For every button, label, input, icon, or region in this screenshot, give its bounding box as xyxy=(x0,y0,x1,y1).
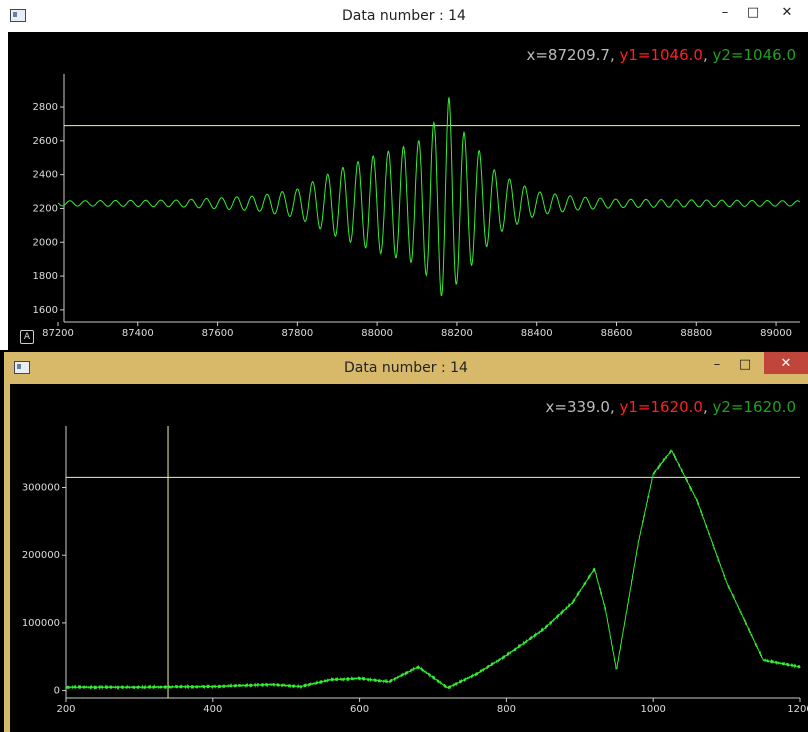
readout-x: x=87209.7 xyxy=(526,46,609,64)
y-tick-label: 2200 xyxy=(33,203,58,214)
x-tick-label: 600 xyxy=(350,704,369,715)
x-tick-label: 88400 xyxy=(521,328,553,339)
data-trace xyxy=(57,96,801,297)
x-tick-label: 400 xyxy=(203,704,222,715)
y-tick-label: 200000 xyxy=(22,550,60,561)
x-tick-label: 800 xyxy=(497,704,516,715)
x-tick-label: 89000 xyxy=(760,328,792,339)
y-tick-label: 300000 xyxy=(22,483,60,494)
app-icon[interactable] xyxy=(10,9,26,22)
titlebar[interactable]: Data number : 14 – □ ✕ xyxy=(0,0,808,32)
cursor-readout: x=87209.7, y1=1046.0, y2=1046.0 xyxy=(526,46,796,64)
readout-sep1: , xyxy=(610,398,620,416)
titlebar[interactable]: Data number : 14 – □ ✕ xyxy=(4,352,808,384)
y-tick-label: 2800 xyxy=(33,102,58,113)
y-tick-label: 1800 xyxy=(33,271,58,282)
close-button[interactable]: ✕ xyxy=(772,0,802,24)
window-title: Data number : 14 xyxy=(344,360,468,376)
readout-y1: y1=1620.0 xyxy=(619,398,702,416)
x-tick-label: 87800 xyxy=(281,328,313,339)
x-tick-label: 1000 xyxy=(640,704,665,715)
plot-area[interactable]: 1600 1800 2000 2200 2400 2600 2800 87200 87400 87… xyxy=(8,32,808,350)
minimize-button[interactable]: – xyxy=(710,0,740,24)
window-bottom: Data number : 14 – □ ✕ 0 100000 200000 3000… xyxy=(4,352,808,732)
maximize-button[interactable]: □ xyxy=(730,352,760,376)
plot-area[interactable]: 0 100000 200000 300000 200 400 600 800 1000 1200 x… xyxy=(10,384,808,732)
window-top: Data number : 14 – □ ✕ 1600 1800 2000 2200 2… xyxy=(0,0,808,350)
x-tick-label: 1200 xyxy=(787,704,808,715)
readout-sep2: , xyxy=(703,398,713,416)
x-tick-label: 200 xyxy=(56,704,75,715)
y-tick-label: 1600 xyxy=(33,305,58,316)
data-trace xyxy=(65,449,801,691)
x-tick-label: 87200 xyxy=(42,328,74,339)
interferogram-chart[interactable]: 1600 1800 2000 2200 2400 2600 2800 87200 87400 87… xyxy=(8,32,808,350)
x-tick-label: 87600 xyxy=(202,328,234,339)
readout-y2: y2=1620.0 xyxy=(713,398,796,416)
window-title: Data number : 14 xyxy=(342,8,466,24)
close-button[interactable]: ✕ xyxy=(764,352,808,374)
readout-y1: y1=1046.0 xyxy=(619,46,702,64)
y-tick-label: 2000 xyxy=(33,237,58,248)
y-tick-label: 0 xyxy=(54,686,60,697)
y-tick-label: 2400 xyxy=(33,170,58,181)
x-tick-label: 87400 xyxy=(122,328,154,339)
spectrum-chart[interactable]: 0 100000 200000 300000 200 400 600 800 1000 1200 x… xyxy=(10,384,808,732)
readout-sep2: , xyxy=(703,46,713,64)
readout-x: x=339.0 xyxy=(546,398,610,416)
x-tick-label: 88600 xyxy=(601,328,633,339)
minimize-button[interactable]: – xyxy=(702,352,732,376)
x-tick-label: 88200 xyxy=(441,328,473,339)
y-tick-label: 100000 xyxy=(22,618,60,629)
y-tick-label: 2600 xyxy=(33,136,58,147)
x-tick-label: 88000 xyxy=(361,328,393,339)
cursor-readout: x=339.0, y1=1620.0, y2=1620.0 xyxy=(546,398,796,416)
readout-y2: y2=1046.0 xyxy=(713,46,796,64)
app-icon[interactable] xyxy=(14,361,30,374)
x-tick-label: 88800 xyxy=(680,328,712,339)
readout-sep1: , xyxy=(610,46,620,64)
maximize-button[interactable]: □ xyxy=(738,0,768,24)
autoscale-button[interactable]: A xyxy=(20,330,34,344)
